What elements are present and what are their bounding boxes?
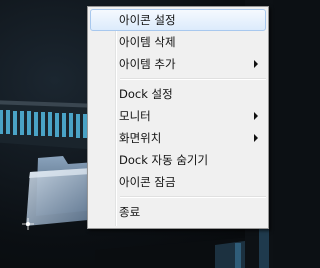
- menu-item-label: 화면위치: [119, 131, 162, 145]
- menu-item-monitor[interactable]: 모니터: [90, 105, 266, 127]
- menu-separator: [120, 196, 266, 198]
- menu-item-label: 아이콘 잠금: [119, 175, 176, 189]
- menu-item-screen-position[interactable]: 화면위치: [90, 127, 266, 149]
- menu-item-lock-icons[interactable]: 아이콘 잠금: [90, 171, 266, 193]
- menu-item-exit[interactable]: 종료: [90, 201, 266, 223]
- folder-icon: [22, 156, 96, 230]
- menu-separator: [120, 78, 266, 80]
- menu-item-label: 아이템 추가: [119, 57, 176, 71]
- dock-monitor-graphic: [0, 100, 100, 150]
- menu-item-label: Dock 자동 숨기기: [119, 153, 209, 167]
- menu-item-icon-settings[interactable]: 아이콘 설정: [90, 9, 266, 31]
- menu-item-label: 종료: [119, 205, 141, 219]
- submenu-arrow-icon: [254, 134, 258, 142]
- submenu-arrow-icon: [254, 112, 258, 120]
- submenu-arrow-icon: [254, 60, 258, 68]
- menu-item-dock-autohide[interactable]: Dock 자동 숨기기: [90, 149, 266, 171]
- context-menu: 아이콘 설정 아이템 삭제 아이템 추가 Dock 설정 모니터 화면위치 Do…: [87, 6, 269, 229]
- menu-item-label: 모니터: [119, 109, 151, 123]
- menu-item-label: Dock 설정: [119, 87, 173, 101]
- menu-item-label: 아이템 삭제: [119, 35, 176, 49]
- menu-item-dock-settings[interactable]: Dock 설정: [90, 83, 266, 105]
- menu-item-label: 아이콘 설정: [119, 13, 176, 27]
- menu-item-delete-item[interactable]: 아이템 삭제: [90, 31, 266, 53]
- menu-item-add-item[interactable]: 아이템 추가: [90, 53, 266, 75]
